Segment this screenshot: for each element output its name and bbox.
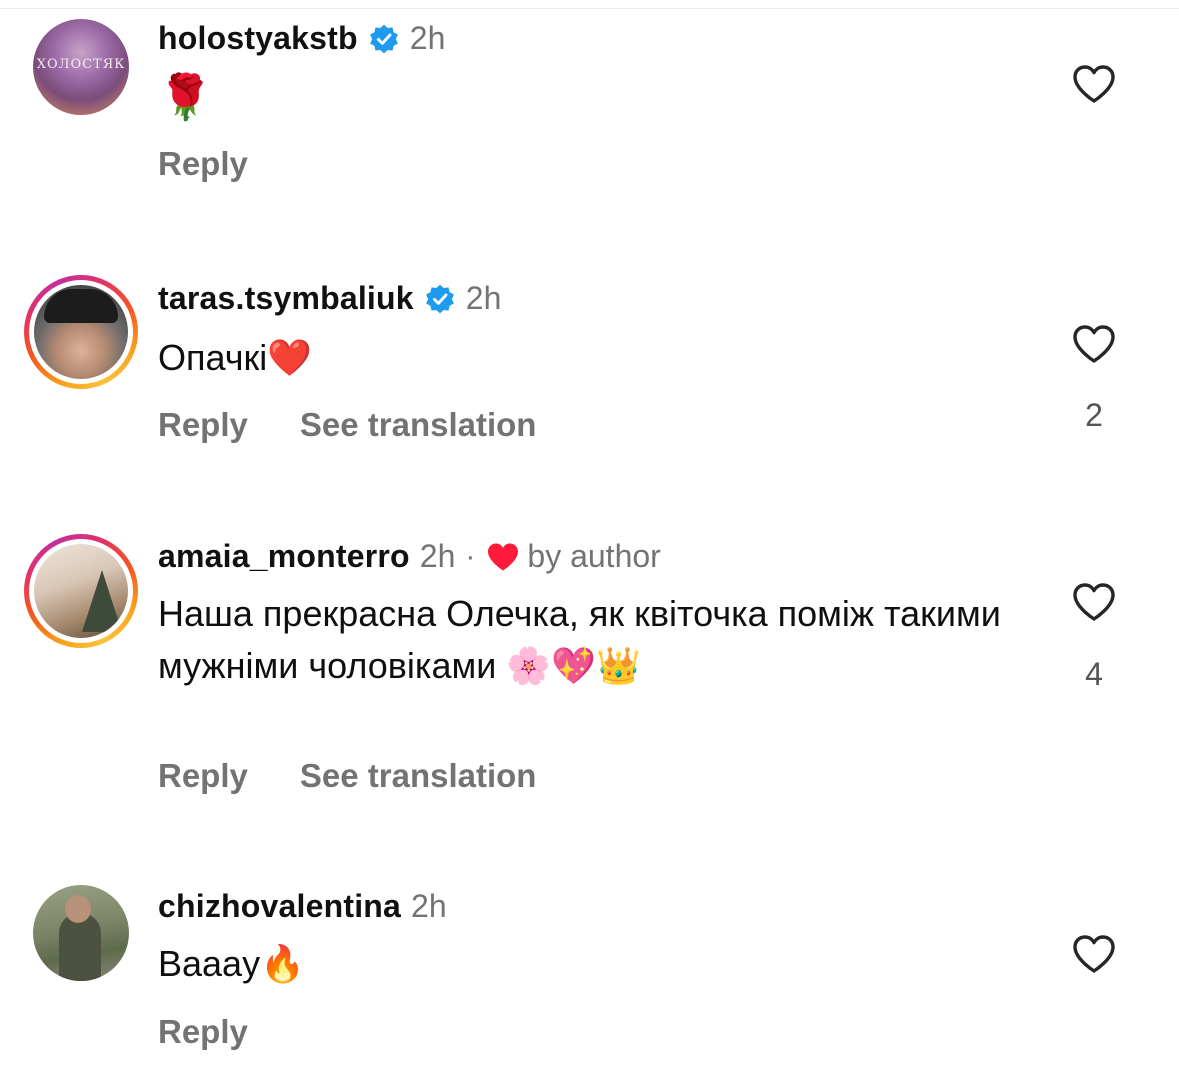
avatar-figure (59, 913, 101, 981)
username[interactable]: taras.tsymbaliuk (158, 280, 414, 317)
comment-actions: Reply See translation (158, 757, 588, 795)
avatar-image (34, 285, 128, 379)
see-translation-button[interactable]: See translation (300, 757, 537, 795)
heart-filled-icon (488, 543, 519, 570)
reply-button[interactable]: Reply (158, 406, 248, 444)
comment-actions: Reply See translation (158, 406, 588, 444)
avatar-head (65, 895, 91, 923)
comment-time: 2h (419, 538, 456, 574)
comment-text: 🌹 (158, 73, 213, 122)
reply-button[interactable]: Reply (158, 757, 248, 795)
comment-text: Наша прекрасна Олечка, як квіточка поміж… (158, 593, 1001, 686)
username[interactable]: chizhovalentina (158, 888, 401, 925)
username[interactable]: amaia_monterro (158, 538, 410, 575)
comment-text: Ваааy🔥 (158, 943, 305, 984)
comment-header: holostyakstb 2h (158, 20, 445, 57)
verified-badge-icon (369, 24, 398, 53)
top-divider (0, 8, 1179, 9)
heart-outline-icon[interactable] (1070, 578, 1118, 626)
comment-header: amaia_monterro 2h · by author (158, 538, 661, 575)
avatar[interactable]: ХОЛОСТЯК (24, 10, 138, 124)
avatar[interactable] (24, 876, 138, 990)
comment-actions: Reply (158, 145, 300, 183)
comment-time: 2h (465, 280, 502, 316)
comment-text: Опачкі❤️ (158, 337, 313, 378)
avatar-image (33, 885, 129, 981)
username[interactable]: holostyakstb (158, 20, 358, 57)
reply-button[interactable]: Reply (158, 145, 248, 183)
comment-time: 2h (411, 888, 447, 924)
like-count: 4 (1085, 656, 1103, 692)
avatar-logo-text: ХОЛОСТЯК (36, 57, 126, 72)
like-count: 2 (1085, 397, 1103, 433)
comment-actions: Reply (158, 1013, 300, 1051)
heart-outline-icon[interactable] (1070, 930, 1118, 978)
avatar-image: ХОЛОСТЯК (33, 19, 129, 115)
heart-outline-icon[interactable] (1070, 60, 1118, 108)
avatar-beanie (44, 289, 118, 323)
liked-by-author-label: by author (527, 538, 661, 574)
heart-outline-icon[interactable] (1070, 320, 1118, 368)
separator-dot: · (465, 539, 476, 573)
avatar-story-ring[interactable] (24, 534, 138, 648)
see-translation-button[interactable]: See translation (300, 406, 537, 444)
avatar-story-ring[interactable] (24, 275, 138, 389)
verified-badge-icon (425, 284, 454, 313)
comment-time: 2h (409, 20, 446, 56)
comment-header: chizhovalentina 2h (158, 888, 447, 925)
avatar-tree (82, 570, 122, 632)
reply-button[interactable]: Reply (158, 1013, 248, 1051)
avatar-image (34, 544, 128, 638)
comment-header: taras.tsymbaliuk 2h (158, 280, 501, 317)
